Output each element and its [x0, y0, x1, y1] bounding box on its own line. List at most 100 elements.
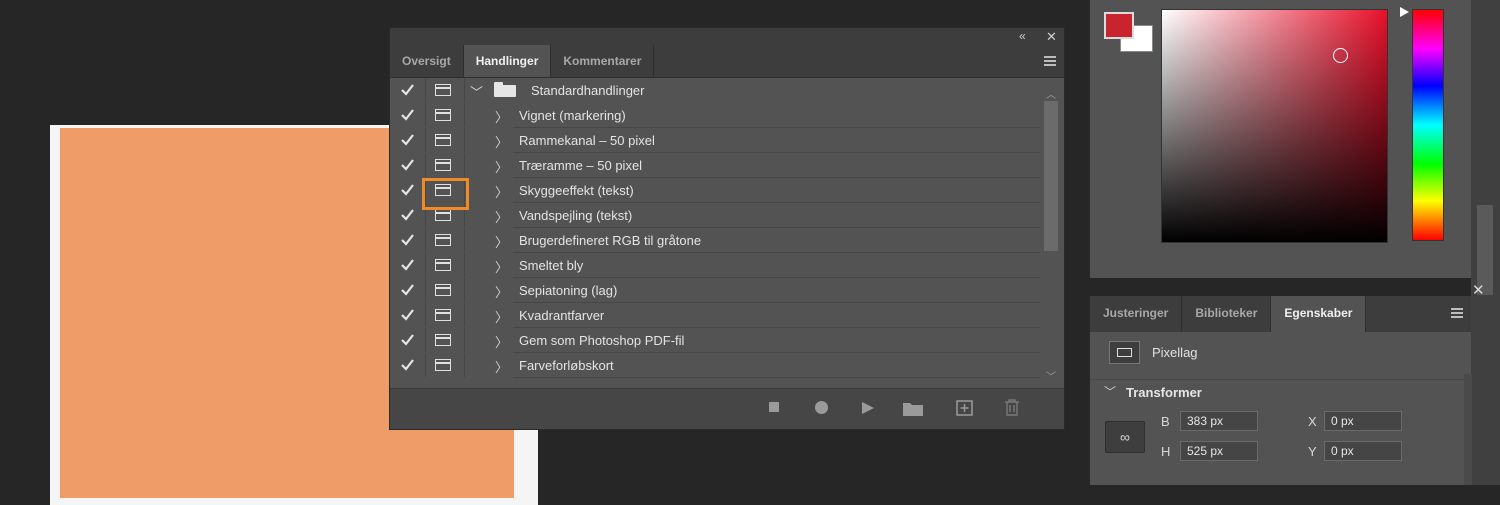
dialog-toggle-icon[interactable] [435, 209, 451, 221]
new-action-icon[interactable] [956, 400, 973, 416]
dialog-toggle-icon[interactable] [435, 284, 451, 296]
action-row[interactable]: 〉 Smeltet bly [390, 253, 1040, 278]
scroll-up-icon[interactable]: ︿ [1046, 86, 1056, 101]
new-set-folder-icon[interactable] [903, 401, 923, 416]
action-set-label: Standardhandlinger [531, 83, 645, 98]
actions-scrollbar[interactable]: ︿ ﹀ [1042, 86, 1060, 414]
foreground-color-swatch[interactable] [1104, 12, 1134, 39]
chevron-right-icon[interactable]: 〉 [495, 107, 508, 126]
action-set-row[interactable]: ﹀ Standardhandlinger [390, 78, 1040, 103]
action-row[interactable]: 〉 Træramme – 50 pixel [390, 153, 1040, 178]
toggle-check-icon[interactable] [401, 283, 414, 296]
chevron-right-icon[interactable]: 〉 [495, 257, 508, 276]
toggle-check-icon[interactable] [401, 308, 414, 321]
panel-menu-icon[interactable] [1044, 56, 1056, 68]
color-field[interactable] [1161, 9, 1388, 243]
tab-justeringer[interactable]: Justeringer [1090, 296, 1183, 332]
chevron-right-icon[interactable]: 〉 [495, 357, 508, 376]
action-row[interactable]: 〉 Farveforløbskort [390, 353, 1040, 378]
action-row[interactable]: 〉 Sepiatoning (lag) [390, 278, 1040, 303]
stop-icon[interactable] [769, 402, 779, 412]
width-field[interactable] [1180, 411, 1258, 431]
tab-handlinger[interactable]: Handlinger [463, 45, 552, 77]
toggle-check-icon[interactable] [401, 83, 414, 96]
action-label: Vandspejling (tekst) [519, 208, 633, 223]
actions-list: ﹀ Standardhandlinger 〉 Vignet (markering… [390, 78, 1040, 414]
dialog-toggle-icon[interactable] [435, 334, 451, 346]
tab-biblioteker[interactable]: Biblioteker [1182, 296, 1272, 332]
dialog-toggle-icon[interactable] [435, 159, 451, 171]
section-title: Transformer [1126, 385, 1202, 400]
actions-panel: « ✕ Oversigt Handlinger Kommentarer ﹀ St… [389, 27, 1065, 430]
hue-slider[interactable] [1412, 9, 1444, 241]
dialog-toggle-icon[interactable] [435, 259, 451, 271]
x-label: X [1308, 414, 1317, 429]
action-row[interactable]: 〉 Kvadrantfarver [390, 303, 1040, 328]
transform-section-header[interactable]: ﹀ Transformer [1090, 379, 1464, 406]
dialog-toggle-icon[interactable] [435, 134, 451, 146]
play-icon[interactable] [861, 401, 875, 415]
y-field[interactable] [1324, 441, 1402, 461]
toggle-check-icon[interactable] [401, 208, 414, 221]
toggle-check-icon[interactable] [401, 158, 414, 171]
collapse-panel-icon[interactable]: « [1019, 28, 1026, 45]
chevron-right-icon[interactable]: 〉 [495, 157, 508, 176]
dialog-toggle-icon[interactable] [435, 109, 451, 121]
record-icon[interactable] [815, 401, 828, 414]
tab-kommentarer[interactable]: Kommentarer [551, 45, 655, 77]
scrollbar-thumb[interactable] [1044, 101, 1058, 251]
dialog-toggle-icon[interactable] [435, 359, 451, 371]
link-proportions-icon[interactable]: ∞ [1105, 421, 1145, 453]
toggle-check-icon[interactable] [401, 333, 414, 346]
close-panel-icon[interactable]: ✕ [1046, 28, 1057, 45]
action-row[interactable]: 〉 Brugerdefineret RGB til gråtone [390, 228, 1040, 253]
panel-tabs: Oversigt Handlinger Kommentarer [390, 45, 1064, 78]
toggle-check-icon[interactable] [401, 258, 414, 271]
chevron-right-icon[interactable]: 〉 [495, 332, 508, 351]
folder-icon [494, 82, 516, 97]
chevron-right-icon[interactable]: 〉 [495, 182, 508, 201]
toggle-check-icon[interactable] [401, 233, 414, 246]
toggle-check-icon[interactable] [401, 358, 414, 371]
action-row[interactable]: 〉 Rammekanal – 50 pixel [390, 128, 1040, 153]
action-row[interactable]: 〉 Skyggeeffekt (tekst) [390, 178, 1040, 203]
trash-icon[interactable] [1004, 399, 1020, 416]
chevron-down-icon[interactable]: ﹀ [470, 82, 483, 101]
x-field[interactable] [1324, 411, 1402, 431]
dialog-toggle-icon[interactable] [435, 309, 451, 321]
chevron-right-icon[interactable]: 〉 [495, 232, 508, 251]
close-properties-icon[interactable]: ✕ [1472, 281, 1485, 299]
dialog-toggle-icon[interactable] [435, 234, 451, 246]
chevron-right-icon[interactable]: 〉 [495, 207, 508, 226]
chevron-down-icon[interactable]: ﹀ [1104, 383, 1116, 400]
toggle-check-icon[interactable] [401, 183, 414, 196]
action-label: Smeltet bly [519, 258, 584, 273]
toggle-check-icon[interactable] [401, 108, 414, 121]
properties-tabs: Justeringer Biblioteker Egenskaber [1090, 296, 1471, 332]
action-label: Brugerdefineret RGB til gråtone [519, 233, 702, 248]
action-row[interactable]: 〉 Vignet (markering) [390, 103, 1040, 128]
height-field[interactable] [1180, 441, 1258, 461]
action-label: Kvadrantfarver [519, 308, 605, 323]
chevron-right-icon[interactable]: 〉 [495, 132, 508, 151]
highlight-box [422, 178, 469, 210]
tab-egenskaber[interactable]: Egenskaber [1271, 296, 1367, 332]
properties-scrollbar[interactable] [1464, 374, 1472, 485]
toggle-check-icon[interactable] [401, 133, 414, 146]
width-label: B [1161, 414, 1170, 429]
layer-type-label: Pixellag [1152, 345, 1198, 360]
chevron-right-icon[interactable]: 〉 [495, 307, 508, 326]
tab-oversigt[interactable]: Oversigt [390, 45, 464, 77]
dialog-toggle-icon[interactable] [435, 84, 451, 96]
properties-menu-icon[interactable] [1451, 308, 1463, 320]
action-row[interactable]: 〉 Vandspejling (tekst) [390, 203, 1040, 228]
actions-toolbar [390, 388, 1064, 429]
action-label: Farveforløbskort [519, 358, 614, 373]
chevron-right-icon[interactable]: 〉 [495, 282, 508, 301]
scroll-down-icon[interactable]: ﹀ [1046, 368, 1056, 383]
color-picker-ring[interactable] [1333, 48, 1348, 63]
action-label: Rammekanal – 50 pixel [519, 133, 655, 148]
action-row[interactable]: 〉 Gem som Photoshop PDF-fil [390, 328, 1040, 353]
hue-marker-icon[interactable] [1400, 7, 1409, 17]
panel-title-bar: « ✕ [390, 28, 1064, 45]
